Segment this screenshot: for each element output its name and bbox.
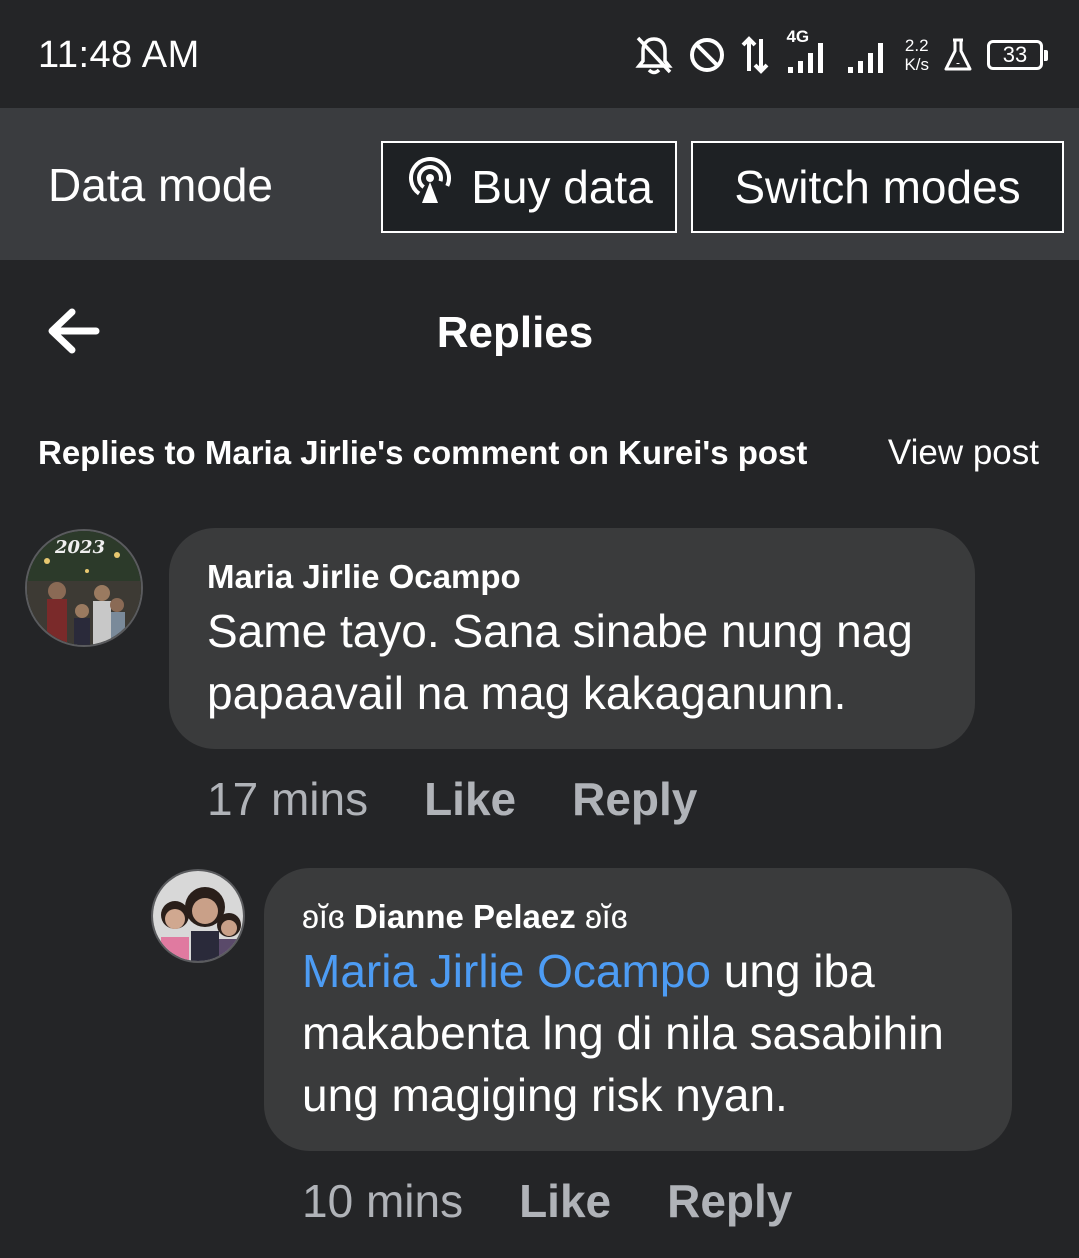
buy-data-label: Buy data bbox=[471, 161, 653, 213]
do-not-disturb-icon bbox=[688, 36, 726, 74]
net-speed: 2.2 K/s bbox=[904, 36, 929, 74]
status-bar: 11:48 AM 4G 2.2 K/s 33 bbox=[0, 0, 1079, 108]
comment-bubble: Maria Jirlie Ocampo Same tayo. Sana sina… bbox=[169, 528, 975, 749]
flask-icon bbox=[943, 37, 973, 73]
data-transfer-icon bbox=[740, 35, 770, 75]
like-button[interactable]: Like bbox=[519, 1174, 611, 1228]
avatar[interactable] bbox=[151, 869, 245, 963]
avatar[interactable]: 2023 bbox=[25, 529, 143, 647]
buy-data-button[interactable]: Buy data bbox=[381, 141, 677, 233]
reply-bubble: ʚĭɞ Dianne Pelaez ʚĭɞ Maria Jirlie Ocamp… bbox=[264, 868, 1012, 1151]
reply-button[interactable]: Reply bbox=[572, 772, 697, 826]
comment-text: Maria Jirlie Ocampo ung iba makabenta ln… bbox=[302, 940, 1002, 1126]
comment-actions: 17 mins Like Reply bbox=[207, 772, 697, 826]
reply-button[interactable]: Reply bbox=[667, 1174, 792, 1228]
view-post-link[interactable]: View post bbox=[888, 433, 1039, 473]
battery-icon: 33 bbox=[987, 40, 1048, 70]
avatar-year-text: 2023 bbox=[55, 537, 106, 558]
author-decoration-left: ʚĭɞ bbox=[302, 898, 345, 935]
like-button[interactable]: Like bbox=[424, 772, 516, 826]
mention-link[interactable]: Maria Jirlie Ocampo bbox=[302, 945, 711, 997]
battery-level: 33 bbox=[1002, 42, 1028, 67]
comment-author[interactable]: ʚĭɞ Dianne Pelaez ʚĭɞ bbox=[302, 898, 628, 936]
replies-context-text: Replies to Maria Jirlie's comment on Kur… bbox=[38, 434, 808, 471]
broadcast-icon bbox=[405, 156, 455, 218]
net-speed-value: 2.2 bbox=[904, 36, 929, 55]
signal-icon bbox=[846, 33, 890, 77]
page-title: Replies bbox=[436, 308, 594, 357]
comment-time: 17 mins bbox=[207, 773, 369, 825]
signal-4g-icon: 4G bbox=[784, 27, 832, 77]
switch-modes-button[interactable]: Switch modes bbox=[691, 141, 1064, 233]
author-decoration-right: ʚĭɞ bbox=[584, 898, 628, 935]
comment-actions: 10 mins Like Reply bbox=[302, 1174, 792, 1228]
bell-off-icon bbox=[634, 34, 674, 76]
comment-time: 10 mins bbox=[302, 1175, 464, 1227]
status-icons: 4G 2.2 K/s 33 bbox=[634, 27, 1048, 80]
net-speed-unit: K/s bbox=[904, 55, 929, 74]
data-mode-label: Data mode bbox=[48, 159, 274, 211]
comment-author[interactable]: Maria Jirlie Ocampo bbox=[207, 558, 521, 596]
comment-text: Same tayo. Sana sinabe nung nag papaavai… bbox=[207, 605, 913, 719]
status-time: 11:48 AM bbox=[38, 34, 200, 76]
author-name: Dianne Pelaez bbox=[353, 898, 576, 935]
